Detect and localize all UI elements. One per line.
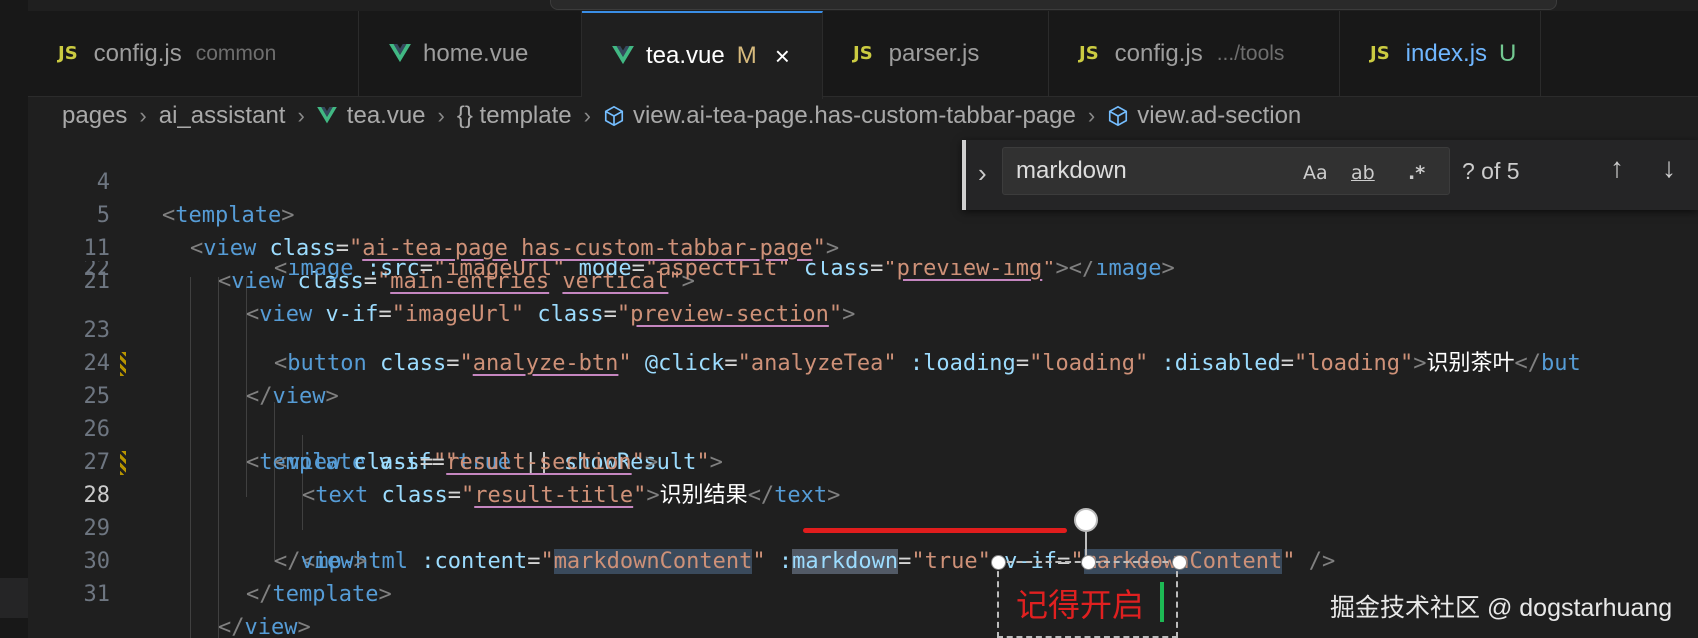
command-center[interactable] <box>550 0 1557 10</box>
js-file-icon: JS <box>58 43 78 64</box>
tab-label: home.vue <box>423 39 529 67</box>
breadcrumb-item[interactable]: view.ad-section <box>1137 102 1301 130</box>
watermark: 掘金技术社区 @ dogstarhuang <box>1330 594 1673 622</box>
code-line: 31 </view> <box>28 545 1698 638</box>
find-resize-sash[interactable] <box>962 140 966 210</box>
code-line: 23 <button class="analyze-btn" @click="a… <box>28 281 1698 376</box>
cube-icon <box>604 105 624 127</box>
next-match-arrow-icon[interactable]: ↓ <box>1662 152 1676 184</box>
breadcrumb-item[interactable]: pages <box>62 102 127 130</box>
find-widget: › markdown Aa ab .* ? of 5 ↑ ↓ <box>962 140 1698 210</box>
toggle-replace-chevron-icon[interactable]: › <box>978 158 987 189</box>
vue-file-icon <box>316 107 337 124</box>
code-line: 28 <mp-html :content="markdownContent" :… <box>28 446 1698 574</box>
tab-tea-vue[interactable]: tea.vue M × <box>582 11 823 99</box>
modified-line-marker <box>120 352 126 376</box>
whole-word-icon[interactable]: ab <box>1351 162 1375 184</box>
tab-home-vue[interactable]: home.vue <box>359 11 582 96</box>
editor-tabs: JS config.js common home.vue tea.vue M ×… <box>28 11 1698 99</box>
chevron-right-icon: › <box>139 103 147 128</box>
chevron-right-icon: › <box>437 103 445 128</box>
tab-label: index.js <box>1405 39 1488 67</box>
chevron-right-icon: › <box>583 103 591 128</box>
activity-selected-item[interactable] <box>0 578 28 618</box>
vue-file-icon <box>612 46 634 65</box>
breadcrumb-item[interactable]: view.ai-tea-page.has-custom-tabbar-page <box>633 102 1076 130</box>
annotation-resize-handle[interactable] <box>1172 555 1187 570</box>
tab-label: config.js <box>1114 39 1203 67</box>
find-input-value: markdown <box>1016 157 1127 184</box>
tab-overflow[interactable] <box>1541 11 1698 96</box>
tab-index-js[interactable]: JS index.js U <box>1340 11 1541 96</box>
modified-line-marker <box>120 451 126 475</box>
annotation-resize-handle[interactable] <box>991 555 1006 570</box>
annotation-resize-handle[interactable] <box>1081 555 1096 570</box>
text-cursor <box>1160 582 1164 622</box>
activity-bar-edge <box>0 0 28 638</box>
cube-icon <box>1109 105 1128 127</box>
tab-description: .../tools <box>1216 41 1285 65</box>
red-underline-annotation <box>803 528 1067 533</box>
match-case-icon[interactable]: Aa <box>1303 162 1328 184</box>
annotation-rotate-handle[interactable] <box>1074 508 1098 532</box>
breadcrumb-item[interactable]: tea.vue <box>347 102 426 130</box>
chevron-right-icon: › <box>1087 103 1096 128</box>
untracked-indicator: U <box>1499 39 1517 67</box>
code-line: 29 </view> <box>28 479 1698 574</box>
tab-config-js-tools[interactable]: JS config.js .../tools <box>1049 11 1340 96</box>
breadcrumb-item[interactable]: ai_assistant <box>159 102 286 130</box>
breadcrumb: pages › ai_assistant › tea.vue › {} temp… <box>28 97 1698 135</box>
vue-file-icon <box>389 43 411 62</box>
regex-icon[interactable]: .* <box>1408 162 1425 184</box>
tab-description: common <box>195 41 277 65</box>
js-file-icon: JS <box>1370 43 1390 64</box>
annotation-text[interactable]: 记得开启 <box>1016 580 1144 626</box>
js-file-icon: JS <box>1079 43 1099 64</box>
close-icon[interactable]: × <box>775 41 790 72</box>
code-line: 24 </view> <box>28 314 1698 409</box>
find-input[interactable]: markdown Aa ab .* <box>1002 147 1450 195</box>
modified-indicator: M <box>736 42 757 69</box>
tab-parser-js[interactable]: JS parser.js <box>823 11 1049 96</box>
code-line: 27 <text class="result-title">识别结果</text… <box>28 413 1698 508</box>
code-line: 25 <template v-if="true || showResult"> <box>28 347 1698 475</box>
code-editor[interactable]: 4 <template> 5 <view class="ai-tea-page … <box>28 137 1698 638</box>
previous-match-arrow-icon[interactable]: ↑ <box>1610 152 1624 184</box>
tab-label: parser.js <box>888 39 980 67</box>
match-count: ? of 5 <box>1462 158 1520 184</box>
code-line: 26 <view class="result-section"> <box>28 380 1698 475</box>
line-number: 31 <box>83 582 111 607</box>
breadcrumb-item[interactable]: {} template <box>457 102 572 130</box>
chevron-right-icon: › <box>297 103 305 128</box>
tab-config-js-common[interactable]: JS config.js common <box>28 11 359 96</box>
tab-label: tea.vue <box>646 42 725 69</box>
tab-label: config.js <box>93 39 182 67</box>
js-file-icon: JS <box>853 43 873 64</box>
